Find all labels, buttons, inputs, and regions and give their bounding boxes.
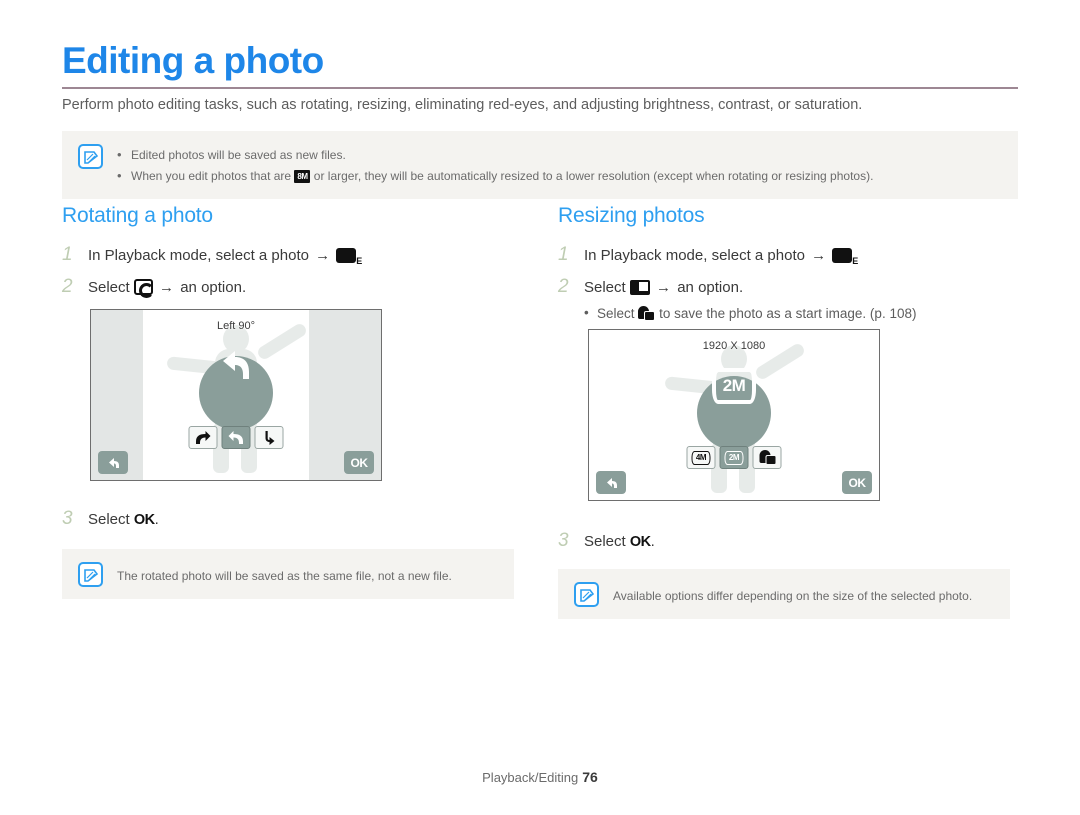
camera-screen-resize: 1920 X 1080 2M 4M 2M OK bbox=[588, 329, 880, 501]
note-pen-icon bbox=[574, 582, 599, 607]
page-title: Editing a photo bbox=[62, 40, 324, 81]
step-text-before: Select bbox=[584, 533, 626, 550]
manual-page: Editing a photo Perform photo editing ta… bbox=[0, 0, 1080, 815]
resizing-note-box: Available options differ depending on th… bbox=[558, 569, 1010, 619]
note-text-before: When you edit photos that are bbox=[131, 169, 292, 183]
substep-text-before: Select bbox=[597, 305, 635, 321]
step-number: 2 bbox=[62, 275, 73, 297]
arrow-glyph: → bbox=[315, 247, 331, 264]
step-text-before: In Playback mode, select a photo bbox=[88, 247, 309, 264]
note-text-after: or larger, they will be automatically re… bbox=[313, 169, 874, 183]
step-text: In Playback mode, select a photo → . bbox=[584, 247, 859, 266]
start-image-icon bbox=[758, 450, 776, 465]
edit-menu-icon bbox=[832, 248, 859, 266]
footer-section-label: Playback/Editing bbox=[482, 770, 579, 785]
step-text-before: Select bbox=[88, 278, 130, 296]
step-number: 3 bbox=[62, 508, 73, 529]
size-2m-button[interactable]: 2M bbox=[719, 446, 749, 469]
step-number: 3 bbox=[558, 530, 569, 551]
step-text-after: . bbox=[154, 511, 159, 528]
resize-badge-label: 1920 X 1080 bbox=[702, 340, 766, 352]
resolution-plate-value: 2M bbox=[712, 368, 756, 404]
page-header: Editing a photo bbox=[62, 40, 1018, 89]
rotate-left-arrow-icon bbox=[216, 348, 256, 387]
note-text: The rotated photo will be saved as the s… bbox=[117, 569, 452, 583]
step-item: 1 In Playback mode, select a photo → . bbox=[558, 245, 1010, 266]
size-4m-button[interactable]: 4M bbox=[686, 446, 716, 469]
note-bullet: When you edit photos that are or larger,… bbox=[117, 165, 874, 188]
substep-text-after: to save the photo as a start image. (p. … bbox=[659, 305, 917, 321]
step-item: 3 Select OK. bbox=[62, 509, 159, 530]
step-item: 2 Select → an option. bbox=[62, 277, 514, 298]
step-text-after: an option. bbox=[677, 278, 744, 296]
step-text: Select OK. bbox=[88, 511, 159, 530]
rotating-note-box: The rotated photo will be saved as the s… bbox=[62, 549, 514, 599]
note-bullet: Edited photos will be saved as new files… bbox=[117, 144, 873, 167]
size-4m-label: 4M bbox=[691, 450, 711, 465]
title-divider bbox=[62, 86, 1018, 89]
step-item: 3 Select OK. bbox=[558, 531, 655, 552]
step-text-after: . bbox=[650, 533, 655, 550]
rotate-left-90-button[interactable] bbox=[221, 426, 251, 449]
step-text-before: In Playback mode, select a photo bbox=[584, 247, 805, 264]
start-image-button[interactable] bbox=[752, 446, 782, 469]
rotate-options-row bbox=[188, 426, 284, 449]
rotate-180-button[interactable] bbox=[254, 426, 284, 449]
ok-glyph: OK bbox=[629, 534, 651, 550]
step-number: 1 bbox=[558, 244, 569, 265]
arrow-glyph: → bbox=[656, 278, 672, 296]
step-item: 2 Select → an option. bbox=[558, 277, 1010, 298]
resize-options-row: 4M 2M bbox=[686, 446, 782, 469]
top-note-box: Edited photos will be saved as new files… bbox=[62, 131, 1018, 199]
step-text-after: an option. bbox=[180, 278, 247, 296]
note-pen-icon bbox=[78, 562, 103, 587]
arrow-glyph: → bbox=[159, 278, 175, 296]
back-icon[interactable] bbox=[98, 451, 128, 474]
step-number: 2 bbox=[558, 275, 569, 297]
rotate-icon bbox=[133, 278, 154, 298]
resizing-steps: 1 In Playback mode, select a photo → . 2… bbox=[558, 245, 1010, 323]
step-text: Select → an option. bbox=[88, 278, 247, 298]
section-rotating-a-photo: Rotating a photo 1 In Playback mode, sel… bbox=[62, 204, 514, 599]
page-footer: Playback/Editing 76 bbox=[0, 769, 1080, 785]
8m-resolution-icon bbox=[294, 170, 311, 183]
step-number: 1 bbox=[62, 244, 73, 265]
resize-badge-value-plate: 2M bbox=[712, 368, 756, 404]
ok-button[interactable]: OK bbox=[344, 451, 374, 474]
section-heading-resizing: Resizing photos bbox=[558, 204, 705, 227]
footer-page-number: 76 bbox=[582, 769, 598, 785]
step-item: 1 In Playback mode, select a photo → . bbox=[62, 245, 514, 266]
rotate-right-90-button[interactable] bbox=[188, 426, 218, 449]
section-resizing-photos: Resizing photos 1 In Playback mode, sele… bbox=[558, 204, 1010, 619]
sub-step-item: Select to save the photo as a start imag… bbox=[584, 304, 1010, 324]
step-text: In Playback mode, select a photo → . bbox=[88, 247, 363, 266]
start-image-icon bbox=[638, 305, 656, 321]
step-text: Select → an option. bbox=[584, 279, 743, 298]
intro-paragraph: Perform photo editing tasks, such as rot… bbox=[62, 97, 863, 113]
rotating-steps: 1 In Playback mode, select a photo → . 2… bbox=[62, 245, 514, 298]
back-icon[interactable] bbox=[596, 471, 626, 494]
step-text: Select OK. bbox=[584, 533, 655, 552]
size-2m-label: 2M bbox=[724, 450, 744, 465]
ok-glyph: OK bbox=[133, 512, 155, 528]
note-text: Available options differ depending on th… bbox=[613, 589, 973, 603]
arrow-glyph: → bbox=[811, 247, 827, 264]
ok-button[interactable]: OK bbox=[842, 471, 872, 494]
resize-icon bbox=[629, 279, 650, 295]
edit-menu-icon bbox=[336, 248, 363, 266]
rotate-badge-label: Left 90° bbox=[216, 320, 256, 332]
step-text-before: Select bbox=[88, 511, 130, 528]
camera-screen-rotate: Left 90° OK bbox=[90, 309, 382, 481]
section-heading-rotating: Rotating a photo bbox=[62, 204, 213, 227]
step-text-before: Select bbox=[584, 278, 626, 296]
note-pen-icon bbox=[78, 144, 103, 169]
